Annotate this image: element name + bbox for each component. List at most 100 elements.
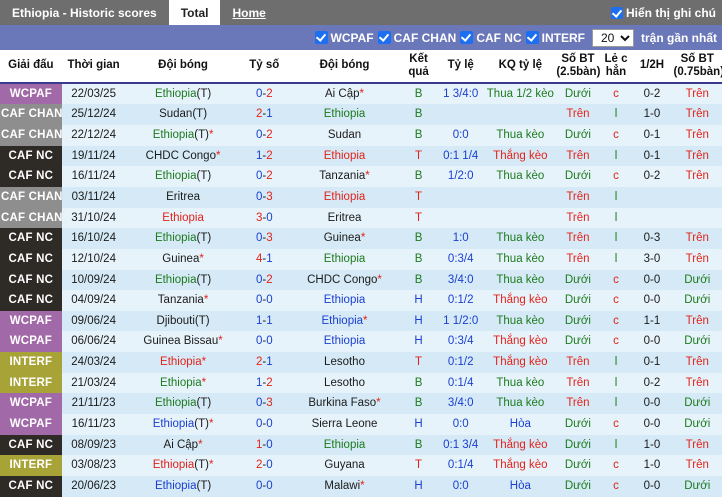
cell-score: 0-0 xyxy=(240,414,288,435)
cell-odds: 0:3/4 xyxy=(436,248,486,270)
filter-interf[interactable]: INTERF xyxy=(525,31,585,45)
cell-league[interactable]: WCPAF xyxy=(0,414,62,435)
filter-caf-nc[interactable]: CAF NC xyxy=(460,31,522,45)
cell-league[interactable]: CAF NC xyxy=(0,145,62,167)
table-row[interactable]: CAF NC 20/06/23 Ethiopia(T) 0-0 Malawi* H 0:0 H… xyxy=(0,475,722,497)
cell-league[interactable]: CAF NC xyxy=(0,434,62,456)
cell-league[interactable]: CAF NC xyxy=(0,248,62,270)
col-bt-25[interactable]: Số BT (2.5bàn) xyxy=(555,50,601,84)
checkbox-checked-icon[interactable] xyxy=(460,31,474,44)
col-time[interactable]: Thời gian xyxy=(61,50,126,84)
cell-odds: 0:1/2 xyxy=(436,290,486,311)
cell-result: T xyxy=(401,145,437,167)
table-row[interactable]: CAF NC 04/09/24 Tanzania* 0-0 Ethiopia H 0:1/2… xyxy=(0,290,722,311)
table-row[interactable]: CAF NC 16/10/24 Ethiopia(T) 0-3 Guinea* B 1:0 T… xyxy=(0,228,722,249)
cell-half-time: 0-1 xyxy=(631,352,673,373)
checkbox-checked-icon[interactable] xyxy=(377,31,391,44)
table-row[interactable]: WCPAF 21/11/23 Ethiopia(T) 0-3 Burkina Faso*… xyxy=(0,393,722,414)
cell-home-team: Ethiopia(T)* xyxy=(125,125,241,146)
checkbox-checked-icon[interactable] xyxy=(525,31,539,44)
filter-wcpaf[interactable]: WCPAF xyxy=(314,31,374,45)
cell-odd-even: c xyxy=(600,82,632,105)
tab-home[interactable]: Home xyxy=(220,0,277,25)
show-notes-toggle[interactable]: Hiển thị ghi chú xyxy=(611,0,722,25)
cell-bt-075: Trên xyxy=(672,145,722,167)
col-bt-075[interactable]: Số BT (0.75bàn) xyxy=(672,50,722,84)
cell-league[interactable]: INTERF xyxy=(0,372,62,394)
col-result[interactable]: Kết quả xyxy=(401,50,437,84)
cell-result: H xyxy=(401,290,437,311)
cell-odds: 0:3/4 xyxy=(436,331,486,353)
historic-scores-table: Giải đấu Thời gian Đội bóng Tỷ số Đội bó… xyxy=(0,50,722,497)
table-row[interactable]: WCPAF 09/06/24 Djibouti(T) 1-1 Ethiopia* H 1 1… xyxy=(0,310,722,332)
cell-bt-25: Dưới xyxy=(555,475,601,497)
cell-odds-result: Thua kèo xyxy=(485,228,556,249)
cell-league[interactable]: CAF NC xyxy=(0,166,62,187)
cell-bt-25: Dưới xyxy=(555,414,601,435)
cell-half-time: 1-0 xyxy=(631,104,673,126)
col-odd-even[interactable]: Lẻ c hẳn xyxy=(600,50,632,84)
cell-time: 19/11/24 xyxy=(61,145,126,167)
cell-league[interactable]: WCPAF xyxy=(0,393,62,414)
cell-odds: 1/2:0 xyxy=(436,166,486,187)
cell-time: 10/09/24 xyxy=(61,269,126,291)
table-row[interactable]: CAF CHAN 31/10/24 Ethiopia 3-0 Eritrea T Trên l xyxy=(0,207,722,229)
cell-time: 09/06/24 xyxy=(61,310,126,332)
table-row[interactable]: WCPAF 16/11/23 Ethiopia(T)* 0-0 Sierra Leone… xyxy=(0,414,722,435)
col-odds-result[interactable]: KQ tỷ lệ xyxy=(485,50,556,84)
filter-caf-chan[interactable]: CAF CHAN xyxy=(377,31,456,45)
cell-score: 0-2 xyxy=(240,82,288,105)
cell-odd-even: c xyxy=(600,125,632,146)
cell-league[interactable]: CAF NC xyxy=(0,475,62,497)
col-odds[interactable]: Tỷ lệ xyxy=(436,50,486,84)
table-row[interactable]: CAF NC 10/09/24 Ethiopia(T) 0-2 CHDC Congo* B… xyxy=(0,269,722,291)
table-row[interactable]: CAF CHAN 03/11/24 Eritrea 0-3 Ethiopia T Trên l xyxy=(0,186,722,208)
cell-league[interactable]: CAF NC xyxy=(0,269,62,291)
cell-half-time: 0-0 xyxy=(631,414,673,435)
cell-league[interactable]: CAF NC xyxy=(0,228,62,249)
cell-bt-25: Trên xyxy=(555,145,601,167)
table-row[interactable]: INTERF 03/08/23 Ethiopia(T)* 2-0 Guyana T 0:1/… xyxy=(0,455,722,476)
table-row[interactable]: CAF NC 19/11/24 CHDC Congo* 1-2 Ethiopia T 0:1… xyxy=(0,145,722,167)
match-count-select[interactable]: 10203050 xyxy=(591,28,634,47)
col-league[interactable]: Giải đấu xyxy=(0,50,62,84)
table-row[interactable]: INTERF 21/03/24 Ethiopia* 1-2 Lesotho B 0:1/4 T… xyxy=(0,372,722,394)
col-away-team[interactable]: Đội bóng xyxy=(287,50,402,84)
cell-league[interactable]: CAF CHAN xyxy=(0,104,62,126)
cell-league[interactable]: WCPAF xyxy=(0,82,62,105)
checkbox-checked-icon[interactable] xyxy=(314,31,328,44)
table-row[interactable]: CAF NC 16/11/24 Ethiopia(T) 0-2 Tanzania* B 1/… xyxy=(0,166,722,187)
col-score[interactable]: Tỷ số xyxy=(240,50,288,84)
cell-league[interactable]: CAF NC xyxy=(0,290,62,311)
cell-bt-075: Dưới xyxy=(672,393,722,414)
cell-home-team: Ethiopia(T) xyxy=(125,393,241,414)
cell-score: 0-3 xyxy=(240,228,288,249)
table-row[interactable]: INTERF 24/03/24 Ethiopia* 2-1 Lesotho T 0:1/2 T… xyxy=(0,352,722,373)
col-half-time[interactable]: 1/2H xyxy=(631,50,673,84)
table-row[interactable]: WCPAF 06/06/24 Guinea Bissau* 0-0 Ethiopia H 0… xyxy=(0,331,722,353)
cell-odd-even: l xyxy=(600,372,632,394)
table-row[interactable]: WCPAF 22/03/25 Ethiopia(T) 0-2 Ai Cập* B 1 3/4… xyxy=(0,82,722,105)
cell-bt-075: Trên xyxy=(672,434,722,456)
table-row[interactable]: CAF CHAN 25/12/24 Sudan(T) 2-1 Ethiopia B Trên… xyxy=(0,104,722,126)
cell-time: 08/09/23 xyxy=(61,434,126,456)
table-row[interactable]: CAF NC 12/10/24 Guinea* 4-1 Ethiopia B 0:3/4 Th… xyxy=(0,248,722,270)
tab-total[interactable]: Total xyxy=(168,0,221,25)
cell-league[interactable]: INTERF xyxy=(0,352,62,373)
table-row[interactable]: CAF NC 08/09/23 Ai Cập* 1-0 Ethiopia B 0:1 3/4… xyxy=(0,434,722,456)
col-home-team[interactable]: Đội bóng xyxy=(125,50,241,84)
cell-odds: 3/4:0 xyxy=(436,269,486,291)
cell-league[interactable]: WCPAF xyxy=(0,310,62,332)
filter-bar: WCPAF CAF CHAN CAF NC INTERF 10203050 trận … xyxy=(0,25,722,50)
cell-bt-25: Trên xyxy=(555,393,601,414)
cell-league[interactable]: CAF CHAN xyxy=(0,125,62,146)
table-row[interactable]: CAF CHAN 22/12/24 Ethiopia(T)* 0-2 Sudan B 0:0… xyxy=(0,125,722,146)
cell-result: B xyxy=(401,372,437,394)
checkbox-checked-icon[interactable] xyxy=(611,6,623,19)
cell-league[interactable]: WCPAF xyxy=(0,331,62,353)
cell-league[interactable]: INTERF xyxy=(0,455,62,476)
cell-away-team: Sudan xyxy=(287,125,402,146)
cell-league[interactable]: CAF CHAN xyxy=(0,207,62,229)
cell-home-team: Ethiopia(T) xyxy=(125,82,241,105)
cell-league[interactable]: CAF CHAN xyxy=(0,186,62,208)
